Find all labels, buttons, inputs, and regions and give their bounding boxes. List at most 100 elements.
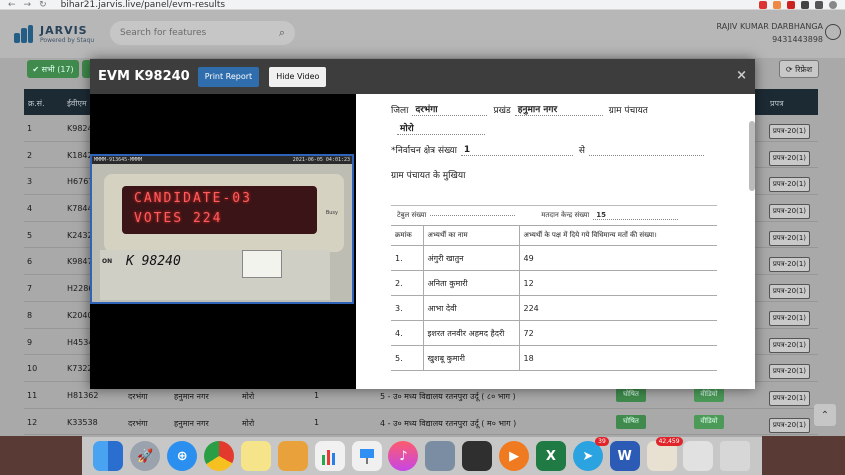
- row-form-button[interactable]: प्रपत्र-20(1): [768, 177, 810, 193]
- telegram-badge: 39: [595, 437, 609, 446]
- busy-label: Busy: [325, 210, 338, 216]
- profile-icon[interactable]: [829, 0, 837, 9]
- candidate-row: 2. अनिता कुमारी 12: [391, 270, 717, 296]
- vlc-play-icon[interactable]: ▶: [499, 441, 530, 471]
- calendar-icon[interactable]: [683, 441, 714, 471]
- row-form-button[interactable]: प्रपत्र-20(1): [768, 310, 810, 326]
- row-panchayat: मोरो: [242, 391, 255, 401]
- row-form-button[interactable]: प्रपत्र-20(1): [768, 337, 810, 353]
- extension-icon[interactable]: [787, 0, 795, 9]
- row-serial: 7: [27, 284, 33, 294]
- photos-icon[interactable]: 42,459: [646, 437, 683, 471]
- row-evm-id: K33538: [67, 417, 98, 427]
- row-form-button[interactable]: प्रपत्र-20(1): [768, 124, 810, 139]
- panchayat-line: मोरो: [391, 120, 721, 135]
- row-form-button[interactable]: प्रपत्र-20(1): [768, 204, 810, 220]
- row-form-button[interactable]: प्रपत्र-20(1): [768, 150, 810, 166]
- close-icon[interactable]: ×: [736, 68, 747, 83]
- modal-scrollbar[interactable]: [749, 121, 755, 191]
- word-icon[interactable]: W: [609, 441, 640, 471]
- reload-icon[interactable]: ↻: [39, 0, 47, 9]
- search-icon: ⌕: [278, 26, 285, 39]
- candidate-sn: 4.: [391, 320, 424, 346]
- print-report-button[interactable]: Print Report: [197, 66, 260, 87]
- on-label: ON: [102, 258, 113, 265]
- candidate-table: क्रमांक अभ्यर्थी का नाम अभ्यर्थी के पक्ष…: [391, 225, 717, 371]
- browser-nav: ← → ↻: [0, 0, 47, 9]
- row-evm-id: K9847: [67, 257, 93, 267]
- row-serial: 3: [27, 177, 33, 187]
- row-serial: 5: [27, 230, 33, 240]
- row-evm-id: H81362: [67, 390, 99, 400]
- row-block: हनुमान नगर: [174, 418, 209, 428]
- evm-display: CANDIDATE-03 VOTES 224: [122, 186, 317, 234]
- booth-value: 15: [593, 211, 679, 220]
- extension-icon[interactable]: [773, 0, 781, 9]
- keynote-icon[interactable]: [351, 441, 382, 471]
- hide-video-button[interactable]: Hide Video: [269, 66, 327, 87]
- result-form: जिला दरभंगा प्रखंड हनुमान नगर ग्राम पंचा…: [391, 101, 721, 181]
- row-evm-id: K2040: [67, 310, 93, 320]
- excel-icon[interactable]: X: [535, 441, 566, 471]
- address-bar[interactable]: bihar21.jarvis.live/panel/evm-results: [61, 0, 225, 9]
- scroll-top-button[interactable]: ⌃: [814, 404, 836, 426]
- ward-line: *निर्वाचन क्षेत्र संख्या 1 से: [391, 141, 721, 156]
- extension-icon[interactable]: [759, 0, 767, 9]
- numbers-icon[interactable]: [314, 441, 345, 471]
- row-serial: 11: [27, 390, 38, 400]
- preview-icon[interactable]: [425, 441, 456, 471]
- avatar-icon[interactable]: [825, 24, 841, 40]
- trash-icon[interactable]: [720, 441, 751, 471]
- row-serial: 4: [27, 204, 33, 214]
- music-icon[interactable]: ♪: [388, 441, 419, 471]
- extensions-puzzle-icon[interactable]: [815, 0, 823, 9]
- row-serial: 10: [27, 364, 38, 374]
- candidate-name: अनिता कुमारी: [423, 270, 520, 296]
- evm-video-frame[interactable]: MMMM-913645-MMMM 2021-06-05 04:01:23 CAN…: [90, 154, 354, 304]
- row-evm-id: K7844: [67, 204, 93, 214]
- candidate-row: 4. इशरत तनवीर अहमद हैदरी 72: [391, 320, 717, 346]
- notes-icon[interactable]: [240, 441, 271, 471]
- logo[interactable]: JARVIS Powered by Staqu: [0, 23, 94, 45]
- row-booth: 4 - उ० मध्य विद्यालय रतनपुरा उर्दू ( म० …: [380, 418, 517, 428]
- row-form-button[interactable]: प्रपत्र-20(1): [768, 390, 810, 406]
- row-evm-id: K9824: [67, 124, 93, 133]
- candidate-sn: 3.: [391, 295, 424, 321]
- candidate-row: 5. खुशबू कुमारी 18: [391, 345, 717, 371]
- row-form-button[interactable]: प्रपत्र-20(1): [768, 364, 810, 380]
- finder-icon[interactable]: [93, 441, 124, 471]
- video-panel[interactable]: MMMM-913645-MMMM 2021-06-05 04:01:23 CAN…: [90, 94, 356, 389]
- safari-icon[interactable]: ⊕: [167, 441, 198, 471]
- modal-title: EVM K98240: [98, 69, 190, 84]
- row-status-badge: घोषित: [616, 414, 646, 429]
- filter-all-button[interactable]: ✔ सभी (17): [27, 60, 79, 78]
- evm-machine: CANDIDATE-03 VOTES 224 Busy: [104, 174, 344, 252]
- user-name: RAJIV KUMAR DARBHANGA: [716, 22, 824, 31]
- row-serial: 12: [27, 417, 38, 427]
- row-form-button[interactable]: प्रपत्र-20(1): [768, 257, 810, 273]
- chrome-icon[interactable]: [204, 441, 235, 471]
- search-input[interactable]: Search for features ⌕: [110, 21, 295, 45]
- back-icon[interactable]: ←: [8, 0, 16, 9]
- refresh-button[interactable]: ⟳ रिफ्रेश: [779, 60, 819, 78]
- forward-icon[interactable]: →: [24, 0, 32, 9]
- user-phone: 9431443898: [772, 35, 823, 44]
- row-form-button[interactable]: प्रपत्र-20(1): [768, 230, 810, 246]
- candidate-votes: 224: [519, 295, 717, 321]
- launchpad-icon[interactable]: 🚀: [130, 441, 161, 471]
- row-form-button[interactable]: प्रपत्र-20(1): [768, 417, 810, 433]
- candidate-table-area: टेबुल संख्या मतदान केन्द्र संख्या 15 क्र…: [391, 205, 717, 371]
- video-overlay: MMMM-913645-MMMM 2021-06-05 04:01:23: [92, 156, 352, 164]
- row-form-button[interactable]: प्रपत्र-20(1): [768, 284, 810, 300]
- handwritten-evm-id: K 98240: [126, 254, 181, 269]
- candidate-row: 1. अंगुरी खातुन 49: [391, 245, 717, 271]
- row-video-button[interactable]: वीडियो: [694, 414, 724, 429]
- ward-value: 1: [460, 145, 573, 156]
- row-video-button[interactable]: वीडियो: [694, 387, 724, 402]
- table-row[interactable]: 12 K33538 दरभंगा हनुमान नगर मोरो 1 4 - उ० मध्य…: [24, 409, 818, 436]
- row-booth: 5 - उ० मध्य विद्यालय रतनपुरा उर्दू ( ८० …: [380, 391, 516, 401]
- terminal-icon[interactable]: [462, 441, 493, 471]
- telegram-icon[interactable]: ➤ 39: [572, 437, 609, 471]
- extension-icon[interactable]: [801, 0, 809, 9]
- pages-icon[interactable]: [277, 441, 308, 471]
